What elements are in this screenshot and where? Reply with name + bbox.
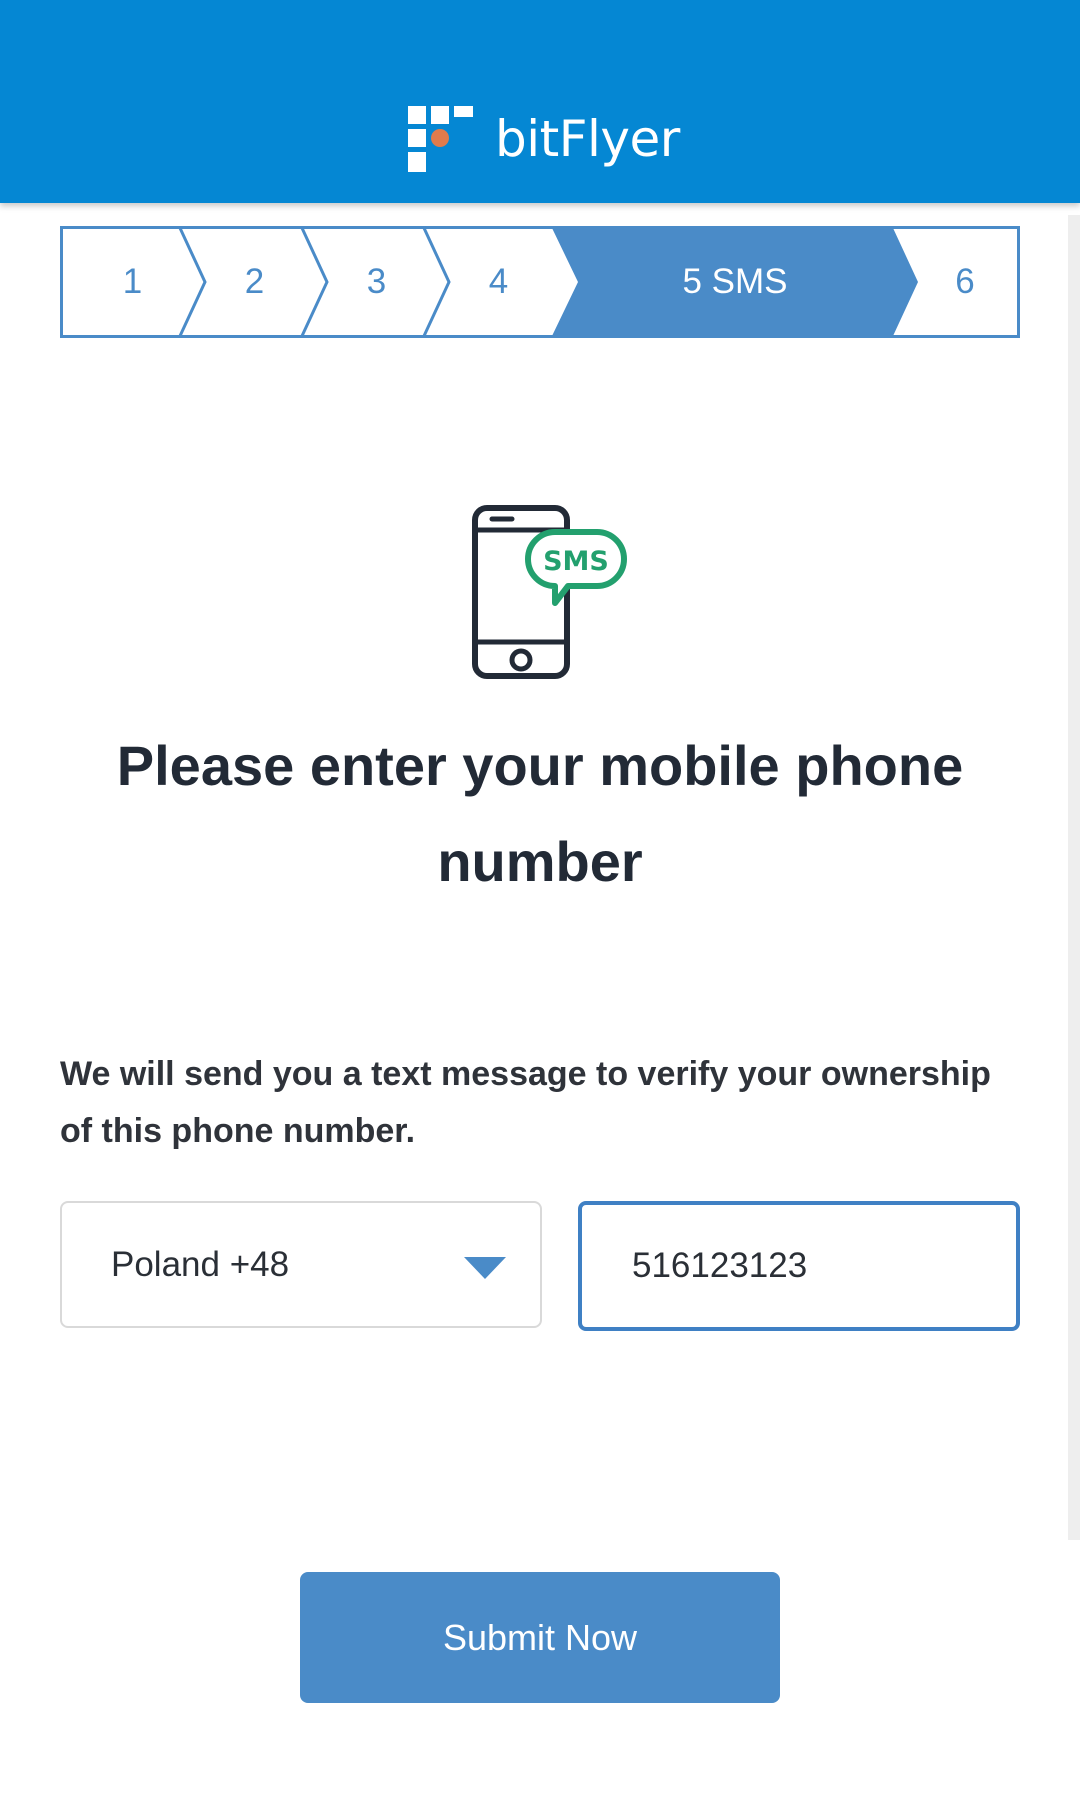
scrollbar[interactable] — [1068, 215, 1080, 1540]
step-5-sms: 5 SMS — [682, 262, 788, 301]
brand-name: bitFlyer — [495, 110, 680, 168]
app-header: bitFlyer — [0, 0, 1080, 203]
country-code-value: Poland +48 — [111, 1245, 290, 1284]
progress-stepper: 1 2 3 4 5 SMS 6 — [60, 226, 1020, 338]
chevron-down-icon — [464, 1257, 506, 1279]
phone-sms-icon: SMS — [470, 500, 630, 685]
step-6: 6 — [955, 262, 975, 301]
submit-button[interactable]: Submit Now — [300, 1572, 780, 1703]
sms-bubble-text: SMS — [543, 546, 609, 577]
bitflyer-logo-mark-icon — [408, 106, 473, 172]
bitflyer-logo[interactable]: bitFlyer — [408, 104, 680, 174]
phone-number-input[interactable] — [578, 1201, 1020, 1331]
verification-description: We will send you a text message to verif… — [60, 1055, 991, 1150]
step-4: 4 — [488, 262, 509, 301]
page-title: Please enter your mobile phone number — [116, 734, 964, 893]
country-code-select[interactable]: Poland +48 — [60, 1201, 542, 1328]
